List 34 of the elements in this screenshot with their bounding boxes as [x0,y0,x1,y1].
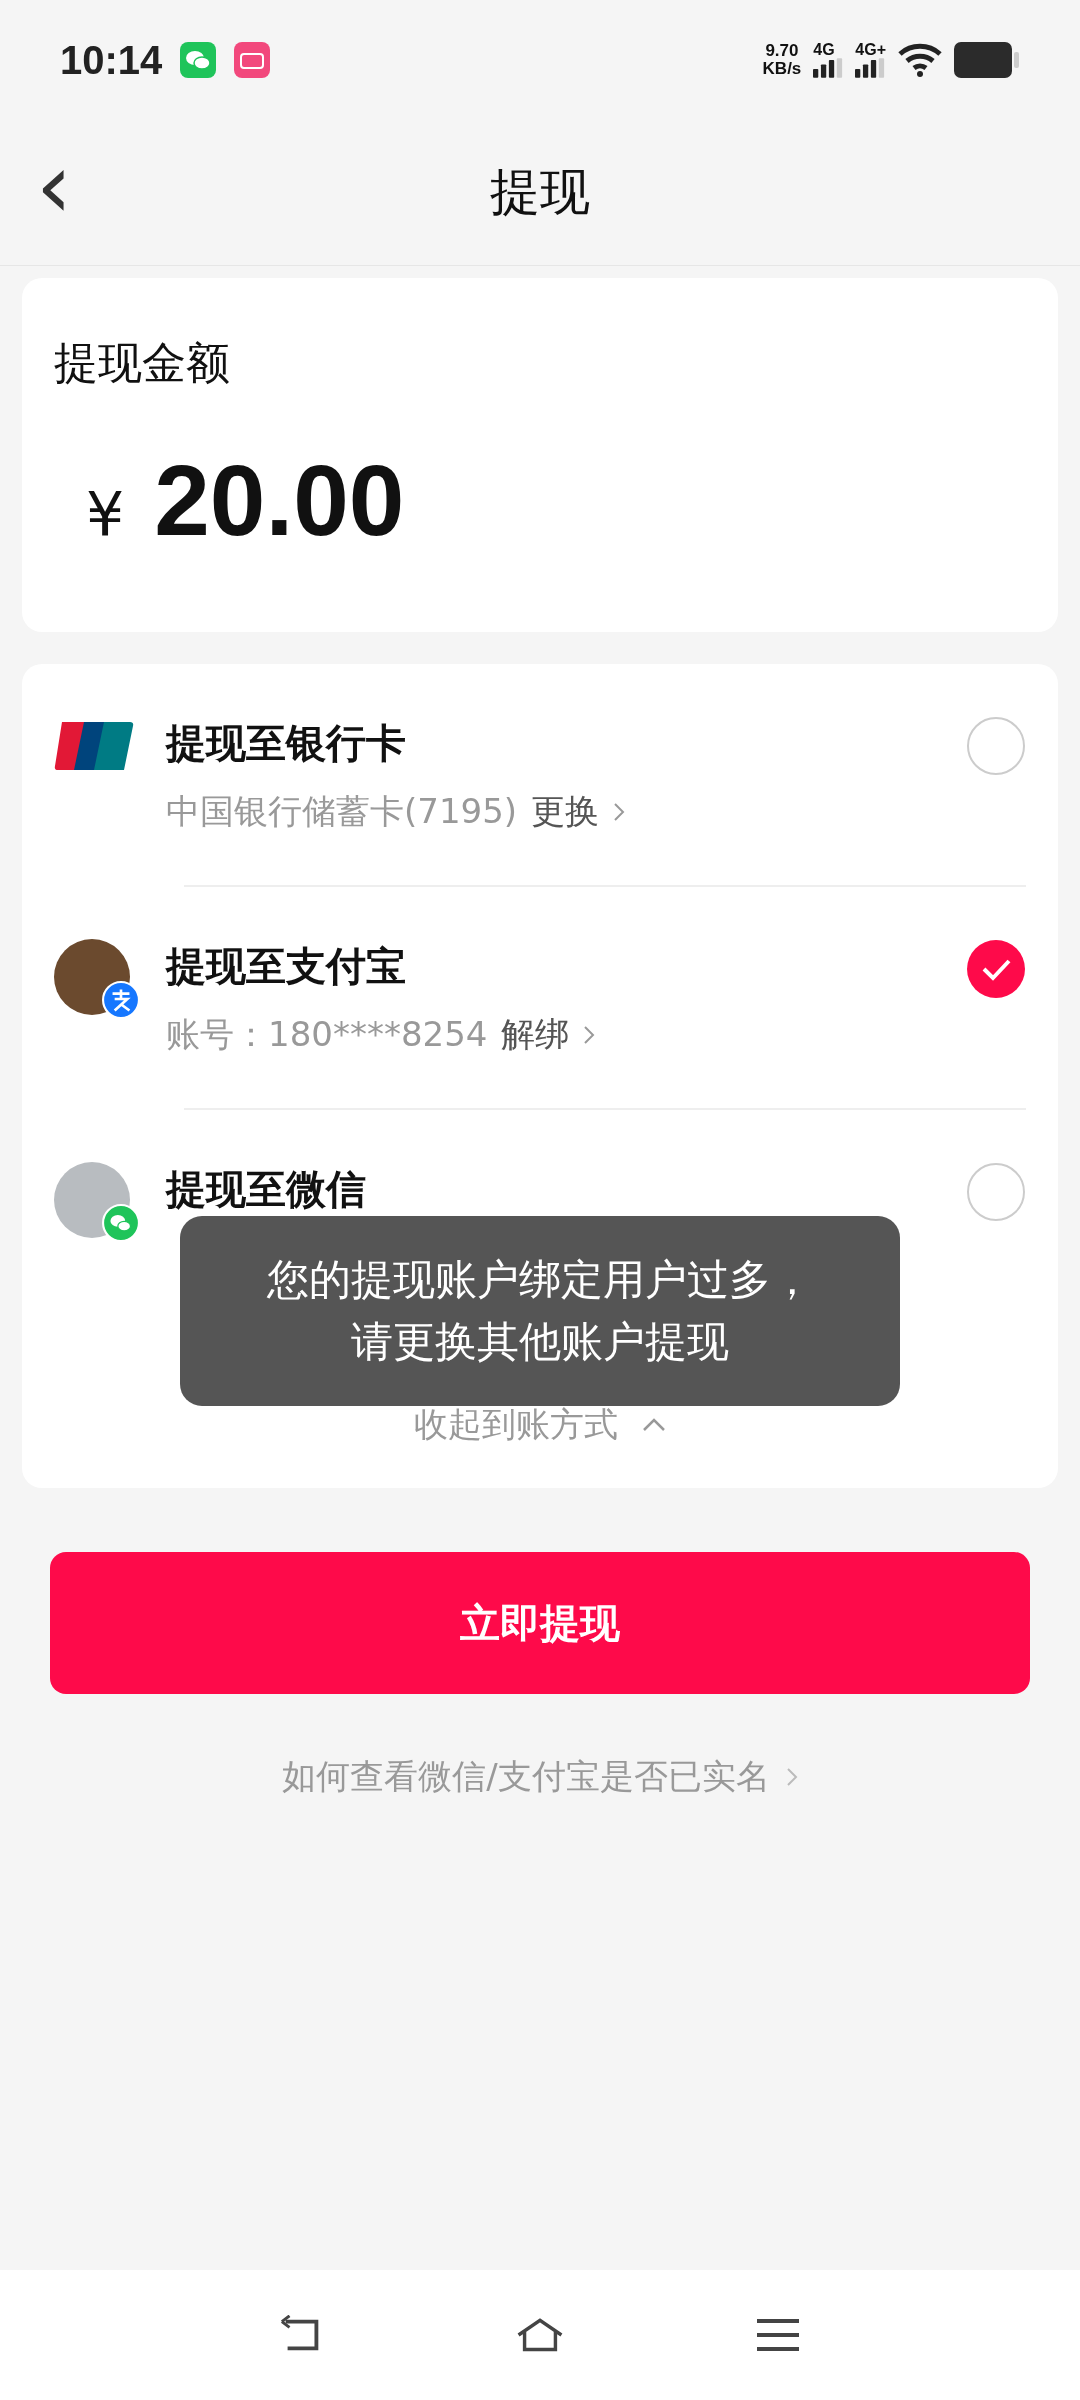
page-title: 提现 [490,162,590,223]
account-action-link[interactable]: 解绑 [501,1012,570,1058]
chevron-right-icon [613,802,626,822]
amount-value: 20.00 [154,443,405,558]
chevron-right-icon [785,1767,798,1787]
network-speed: 9.70 KB/s [762,42,802,78]
method-title: 提现至支付宝 [166,942,407,991]
caret-up-icon [642,1418,666,1432]
currency-symbol: ¥ [86,479,125,549]
payment-badge-icon [102,981,140,1019]
withdraw-button[interactable]: 立即提现 [50,1552,1030,1694]
method-title: 提现至银行卡 [166,719,407,768]
signal-icon [813,58,844,78]
radio-button[interactable] [966,939,1026,999]
battery-icon [954,42,1020,78]
wifi-icon [898,43,942,77]
chat-badge-icon [102,1204,140,1242]
video-app-icon [234,42,271,78]
method-title: 提现至微信 [166,1165,367,1214]
amount-label: 提现金额 [54,336,231,390]
radio-button[interactable] [966,716,1026,776]
chevron-right-icon [583,1025,596,1045]
account-action-link[interactable]: 更换 [531,789,600,835]
network-type-label: 4G+ [855,42,886,58]
signal-icon [855,58,886,78]
radio-button[interactable] [966,1162,1026,1222]
bank-card-logo-icon [54,720,134,772]
network-type-label: 4G [813,42,835,58]
account-detail: 账号：180****8254 [166,1013,488,1056]
status-time: 10:14 [60,37,163,83]
account-detail: 中国银行储蓄卡(7195) [166,790,518,833]
back-button[interactable]: ‹ [36,140,72,245]
chat-app-icon [180,42,217,78]
error-toast: 您的提现账户绑定用户过多， 请更换其他账户提现 [180,1216,900,1406]
